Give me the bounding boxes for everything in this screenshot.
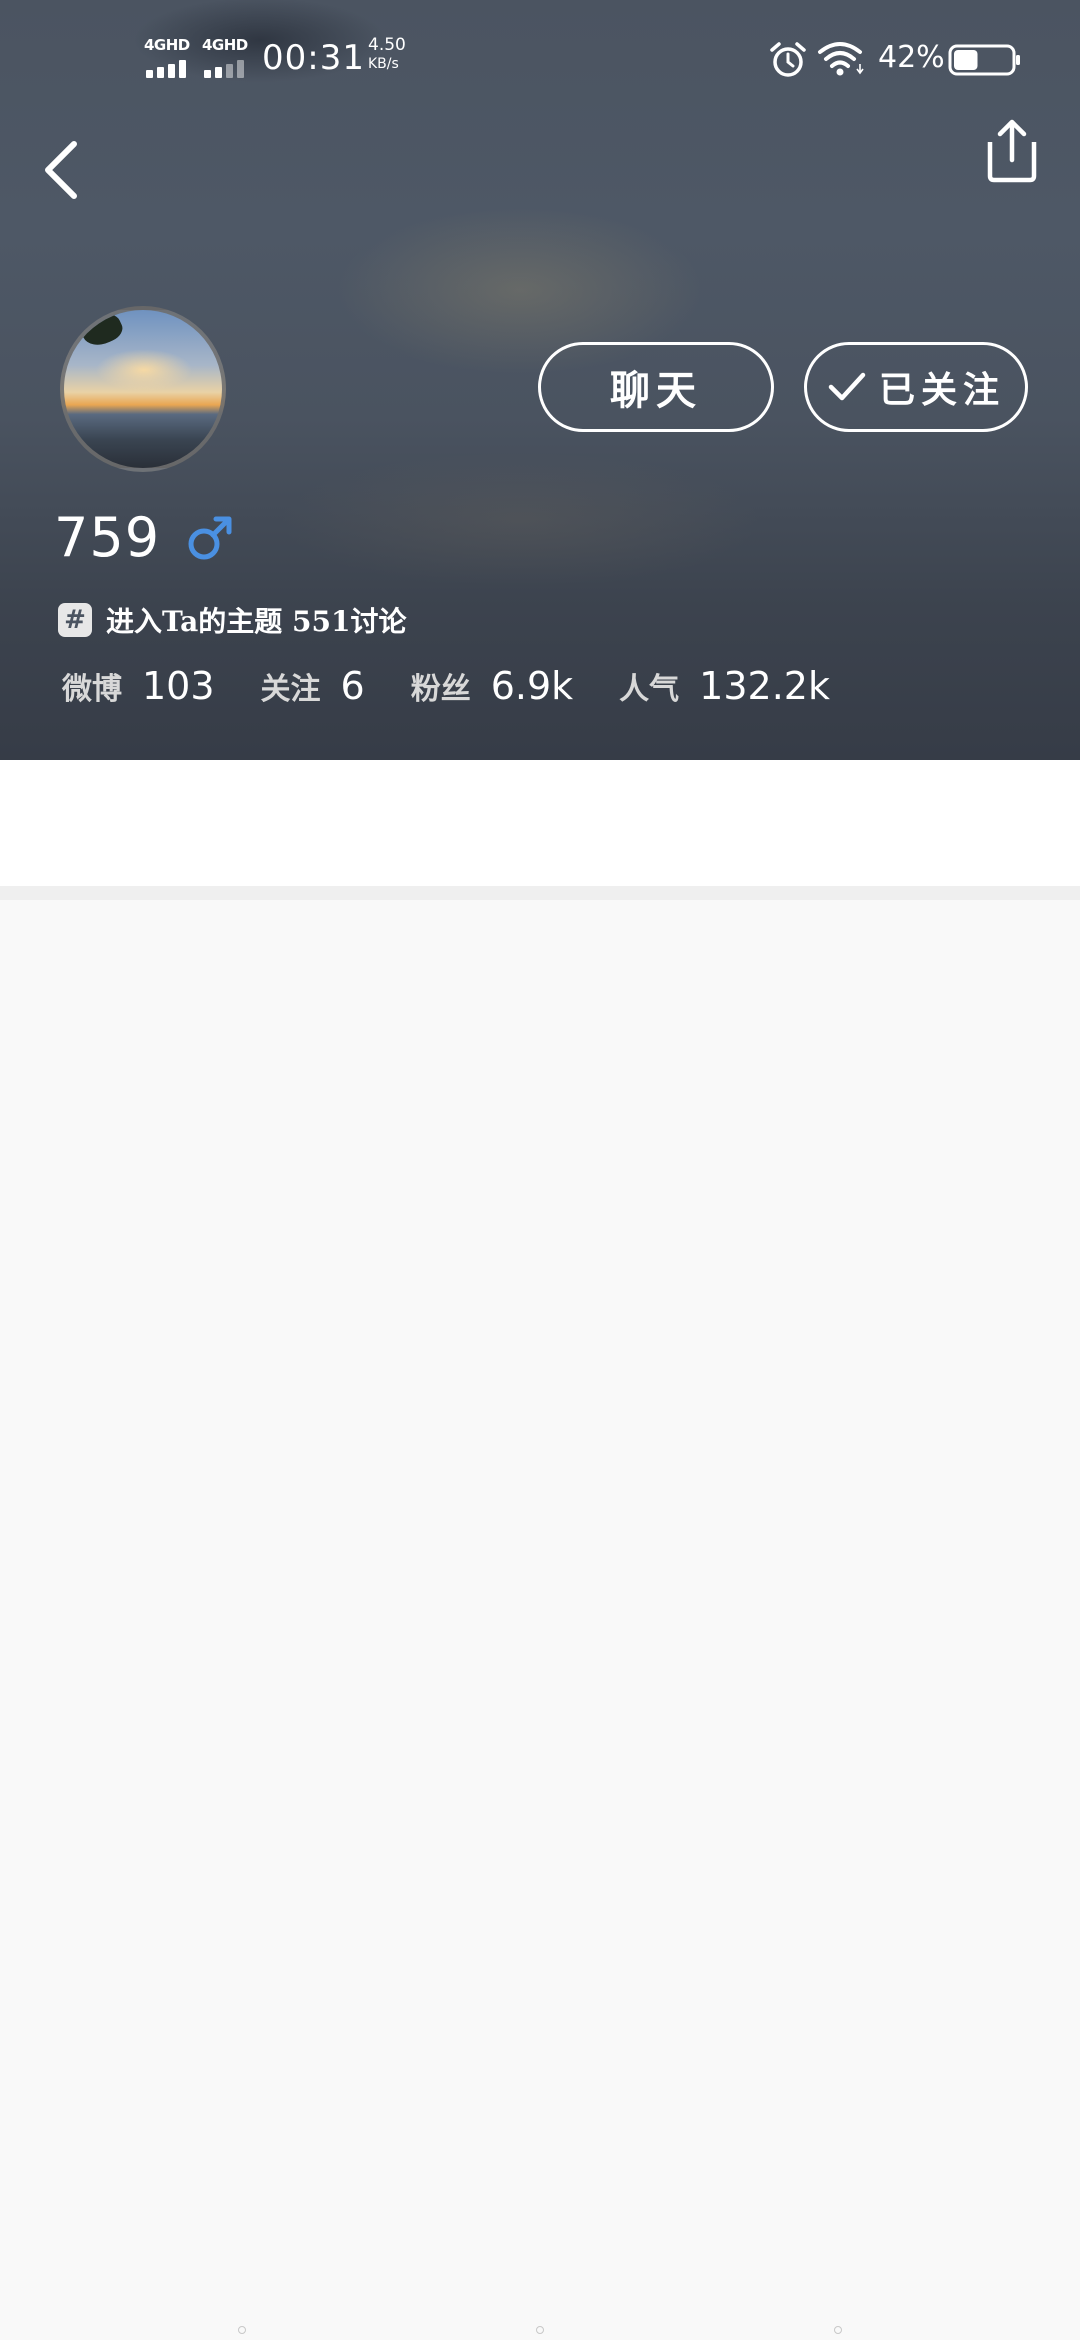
alarm-icon (770, 42, 806, 77)
section-divider (0, 886, 1080, 900)
profile-header: 4GHD 4GHD 00:31 4.50 KB/s 42% 聊天 已关注 759… (0, 0, 1080, 760)
clock: 00:31 (262, 38, 365, 78)
topic-link[interactable]: # 进入Ta的主题 551讨论 (58, 598, 407, 642)
follow-button[interactable]: 已关注 (804, 342, 1028, 432)
network-type-label: 4GHD (144, 36, 190, 54)
stat-value: 6 (340, 664, 365, 708)
stat-label: 人气 (619, 672, 680, 707)
username: 759 (54, 506, 161, 569)
battery-icon (948, 44, 1020, 76)
feed-area (0, 900, 1080, 2340)
stat-label: 粉丝 (410, 672, 471, 707)
tab-bar-area (0, 760, 1080, 886)
stat-label: 微博 (62, 672, 122, 707)
chat-button[interactable]: 聊天 (538, 342, 774, 432)
topic-link-text: 进入Ta的主题 551讨论 (106, 605, 407, 638)
follow-button-label: 已关注 (878, 369, 1005, 411)
check-icon (828, 372, 866, 401)
stat-label: 关注 (260, 672, 321, 707)
page-indicator-dot (238, 2326, 246, 2334)
stat-value: 132.2k (699, 664, 830, 708)
stat-following[interactable]: 关注 6 (261, 664, 365, 708)
speed-value: 4.50 (368, 35, 406, 55)
stat-popularity: 人气 132.2k (619, 664, 830, 708)
network-speed: 4.50 KB/s (368, 36, 406, 74)
back-button[interactable] (34, 130, 94, 210)
avatar[interactable] (60, 306, 226, 472)
chat-button-label: 聊天 (610, 367, 702, 414)
battery-percent: 42% (878, 40, 945, 75)
status-bar: 4GHD 4GHD 00:31 4.50 KB/s 42% (0, 0, 1080, 120)
stat-value: 6.9k (490, 664, 574, 708)
page-indicator-dot (834, 2326, 842, 2334)
network-type-label: 4GHD (202, 36, 248, 54)
wifi-icon (818, 42, 864, 76)
share-button[interactable] (980, 116, 1044, 186)
signal-icon: 4GHD (202, 36, 258, 78)
profile-stats: 微博 103 关注 6 粉丝 6.9k 人气 132.2k (62, 664, 876, 714)
speed-unit: KB/s (368, 56, 399, 72)
page-indicator-dot (536, 2326, 544, 2334)
profile-page: 4GHD 4GHD 00:31 4.50 KB/s 42% 聊天 已关注 759… (0, 0, 1080, 2340)
stat-weibo[interactable]: 微博 103 (62, 664, 215, 708)
male-gender-icon (188, 516, 232, 560)
hashtag-icon: # (58, 603, 92, 637)
signal-icon: 4GHD (144, 36, 200, 78)
stat-value: 103 (142, 664, 215, 708)
stat-followers[interactable]: 粉丝 6.9k (411, 664, 573, 708)
